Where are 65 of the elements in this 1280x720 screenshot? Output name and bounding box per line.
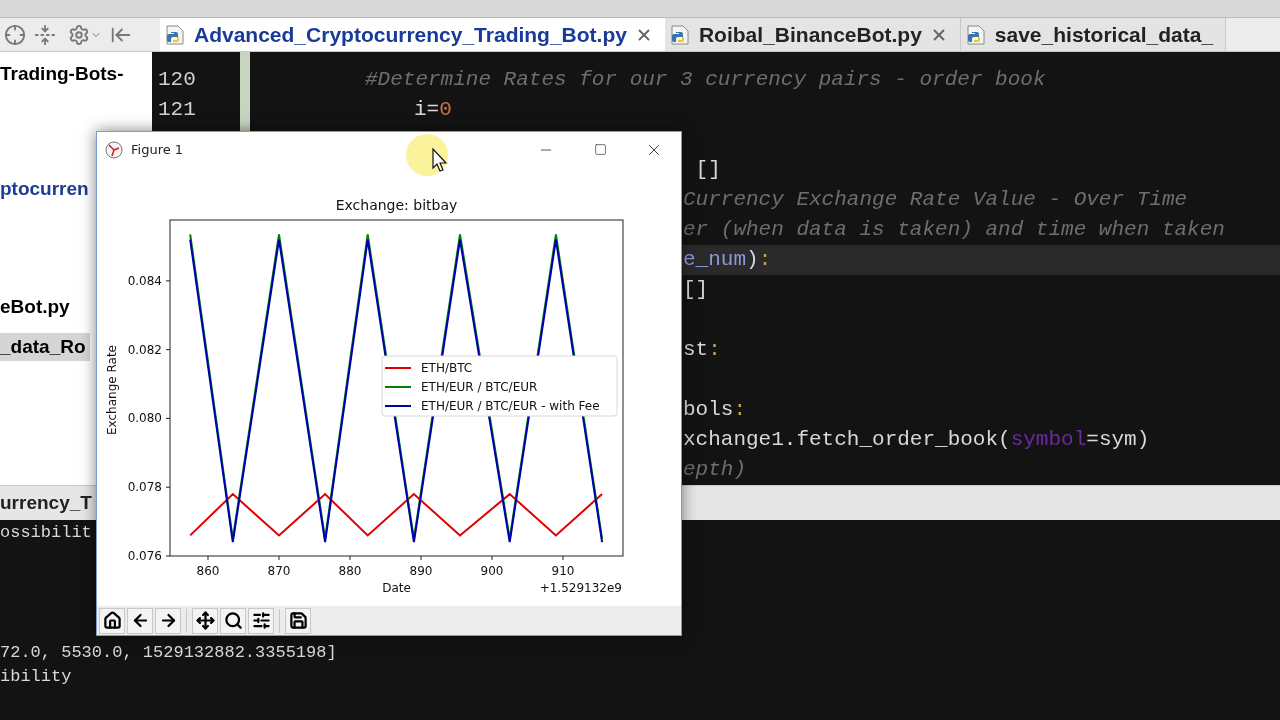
python-file-icon (668, 23, 691, 46)
back-button[interactable] (127, 607, 153, 634)
tick-label: 880 (338, 564, 362, 578)
pan-button[interactable] (192, 607, 218, 634)
project-item[interactable]: _data_Ro (0, 333, 90, 361)
crosshair-icon[interactable] (4, 23, 26, 46)
home-icon (102, 611, 122, 630)
tick-label: 870 (267, 564, 291, 578)
line-number: 120 (158, 67, 196, 94)
axis-label: Exchange Rate (105, 345, 119, 435)
settings-icon[interactable] (68, 23, 102, 46)
forward-button[interactable] (155, 607, 181, 634)
editor-tab[interactable]: Advanced_Cryptocurrency_Trading_Bot.py (160, 18, 665, 51)
home-button[interactable] (99, 607, 125, 634)
code-line: [] (694, 157, 721, 184)
configure-button[interactable] (248, 607, 274, 634)
code-line: e_num): (683, 247, 772, 274)
run-tab[interactable]: urrency_T (0, 488, 92, 518)
python-file-icon (164, 23, 186, 46)
axis-label: Date (382, 581, 411, 595)
editor-tab[interactable]: Roibal_BinanceBot.py (664, 18, 961, 51)
code-line: i=0 (414, 97, 452, 124)
project-item[interactable]: ptocurren (0, 175, 93, 203)
tick-label: 0.076 (127, 549, 162, 563)
project-item[interactable]: eBot.py (0, 293, 74, 321)
search-icon (223, 611, 243, 630)
tab-label: save_historical_data_ (994, 21, 1214, 48)
tick-label: 860 (196, 564, 220, 578)
legend-label: ETH/EUR / BTC/EUR - with Fee (421, 399, 600, 413)
collapse-icon[interactable] (34, 23, 56, 46)
code-line: st: (683, 337, 721, 364)
code-line: Currency Exchange Rate Value - Over Time (683, 187, 1188, 214)
code-line: xchange1.fetch_order_book(symbol=sym) (683, 427, 1150, 454)
legend-label: ETH/EUR / BTC/EUR (421, 380, 538, 394)
project-item[interactable]: Trading-Bots- (0, 60, 128, 88)
tick-label: 0.078 (127, 480, 162, 495)
tick-label: 0.082 (127, 342, 162, 357)
maximize-icon[interactable] (593, 143, 607, 156)
code-line: #Determine Rates for our 3 currency pairs - order book (365, 67, 1046, 94)
console-line: 72.0, 5530.0, 1529132882.3355198] (0, 642, 338, 664)
console-line: ossibilit (0, 522, 93, 544)
editor-tab[interactable]: save_historical_data_ (960, 18, 1227, 51)
code-line: [] (683, 277, 709, 304)
tick-label: 0.080 (127, 411, 162, 426)
axis-offset-label: +1.529132e9 (539, 581, 622, 595)
chart-title: Exchange: bitbay (335, 197, 458, 213)
zoom-button[interactable] (220, 607, 246, 634)
tick-label: 910 (551, 564, 575, 578)
figure-app-icon (105, 140, 123, 159)
legend-label: ETH/BTC (421, 361, 473, 375)
window-title: Figure 1 (131, 140, 184, 159)
python-file-icon (964, 23, 987, 46)
tab-label: Advanced_Cryptocurrency_Trading_Bot.py (194, 21, 627, 48)
code-line: bols: (683, 397, 747, 424)
code-line: epth) (683, 457, 746, 484)
save-button[interactable] (285, 607, 311, 634)
move-icon (195, 611, 215, 630)
tick-label: 900 (480, 564, 504, 578)
tick-label: 0.084 (127, 273, 162, 288)
line-number: 121 (158, 97, 196, 124)
tick-label: 890 (409, 564, 433, 578)
console-line: ibility (0, 666, 73, 688)
sliders-icon (251, 611, 271, 630)
code-line: er (when data is taken) and time when taken (683, 217, 1225, 244)
tab-label: Roibal_BinanceBot.py (698, 21, 922, 48)
